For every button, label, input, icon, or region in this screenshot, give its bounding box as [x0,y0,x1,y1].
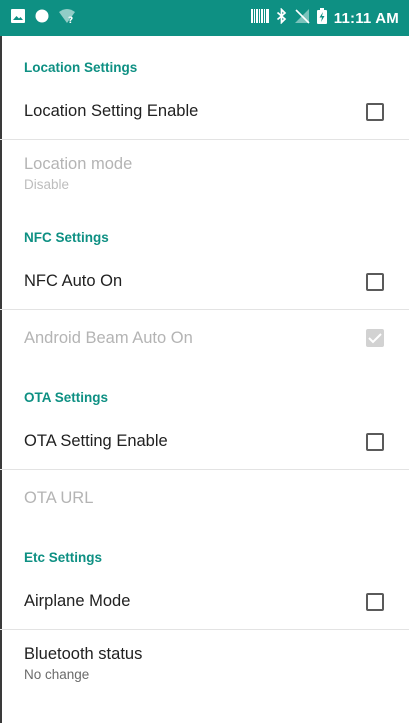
pref-location-mode: Location mode Disable [0,140,409,206]
pref-location-setting-enable[interactable]: Location Setting Enable [0,84,409,140]
pref-title: Location Setting Enable [24,102,199,120]
pref-text: Airplane Mode [24,592,130,611]
pref-text: Location Setting Enable [24,102,198,121]
barcode-icon [250,8,269,28]
pref-text: OTA Setting Enable [24,432,168,451]
status-bar: ? 11:11 AM [0,0,409,36]
no-signal-icon [294,8,310,29]
pref-airplane-mode[interactable]: Airplane Mode [0,574,409,630]
circle-icon [34,8,50,29]
pref-title: NFC Auto On [24,272,123,290]
status-time: 11:11 AM [333,9,399,27]
pref-summary: Disable [24,176,70,192]
battery-charging-icon [316,7,327,29]
location-enable-checkbox[interactable] [366,102,384,121]
pref-title: Airplane Mode [24,592,131,610]
pref-text: NFC Auto On [24,272,122,291]
pref-text: Android Beam Auto On [24,329,193,348]
pref-title: Android Beam Auto On [24,328,193,347]
image-icon [10,8,26,29]
pref-bluetooth-status[interactable]: Bluetooth status No change [0,630,409,696]
svg-text:?: ? [68,16,73,24]
ota-enable-checkbox[interactable] [366,432,384,451]
pref-title: OTA Setting Enable [24,432,168,450]
status-bar-left: ? [10,8,76,29]
pref-title: OTA URL [24,488,94,507]
settings-screen: ? 11:11 AM Location Settings Location Se… [0,0,409,723]
pref-nfc-auto-on[interactable]: NFC Auto On [0,254,409,310]
pref-android-beam-auto-on: Android Beam Auto On [0,310,409,366]
pref-ota-setting-enable[interactable]: OTA Setting Enable [0,414,409,470]
android-beam-checkbox [366,329,384,347]
settings-list: Location Settings Location Setting Enabl… [0,36,409,696]
pref-text: Location mode Disable [24,155,132,192]
section-header-location: Location Settings [24,60,138,75]
section-header-ota: OTA Settings [24,390,108,405]
wifi-question-icon: ? [58,8,76,29]
pref-title: Location mode [24,154,133,173]
pref-text: OTA URL [24,489,93,508]
checkmark-icon [368,333,382,344]
airplane-mode-checkbox[interactable] [366,592,384,611]
pref-title: Bluetooth status [24,644,143,663]
pref-summary: No change [24,666,90,682]
pref-text: Bluetooth status No change [24,645,142,682]
status-bar-right: 11:11 AM [250,6,399,29]
bluetooth-icon [276,6,287,29]
pref-ota-url: OTA URL [0,470,409,526]
nfc-auto-on-checkbox[interactable] [366,272,384,291]
section-header-nfc: NFC Settings [24,230,109,245]
section-header-etc: Etc Settings [24,550,103,565]
